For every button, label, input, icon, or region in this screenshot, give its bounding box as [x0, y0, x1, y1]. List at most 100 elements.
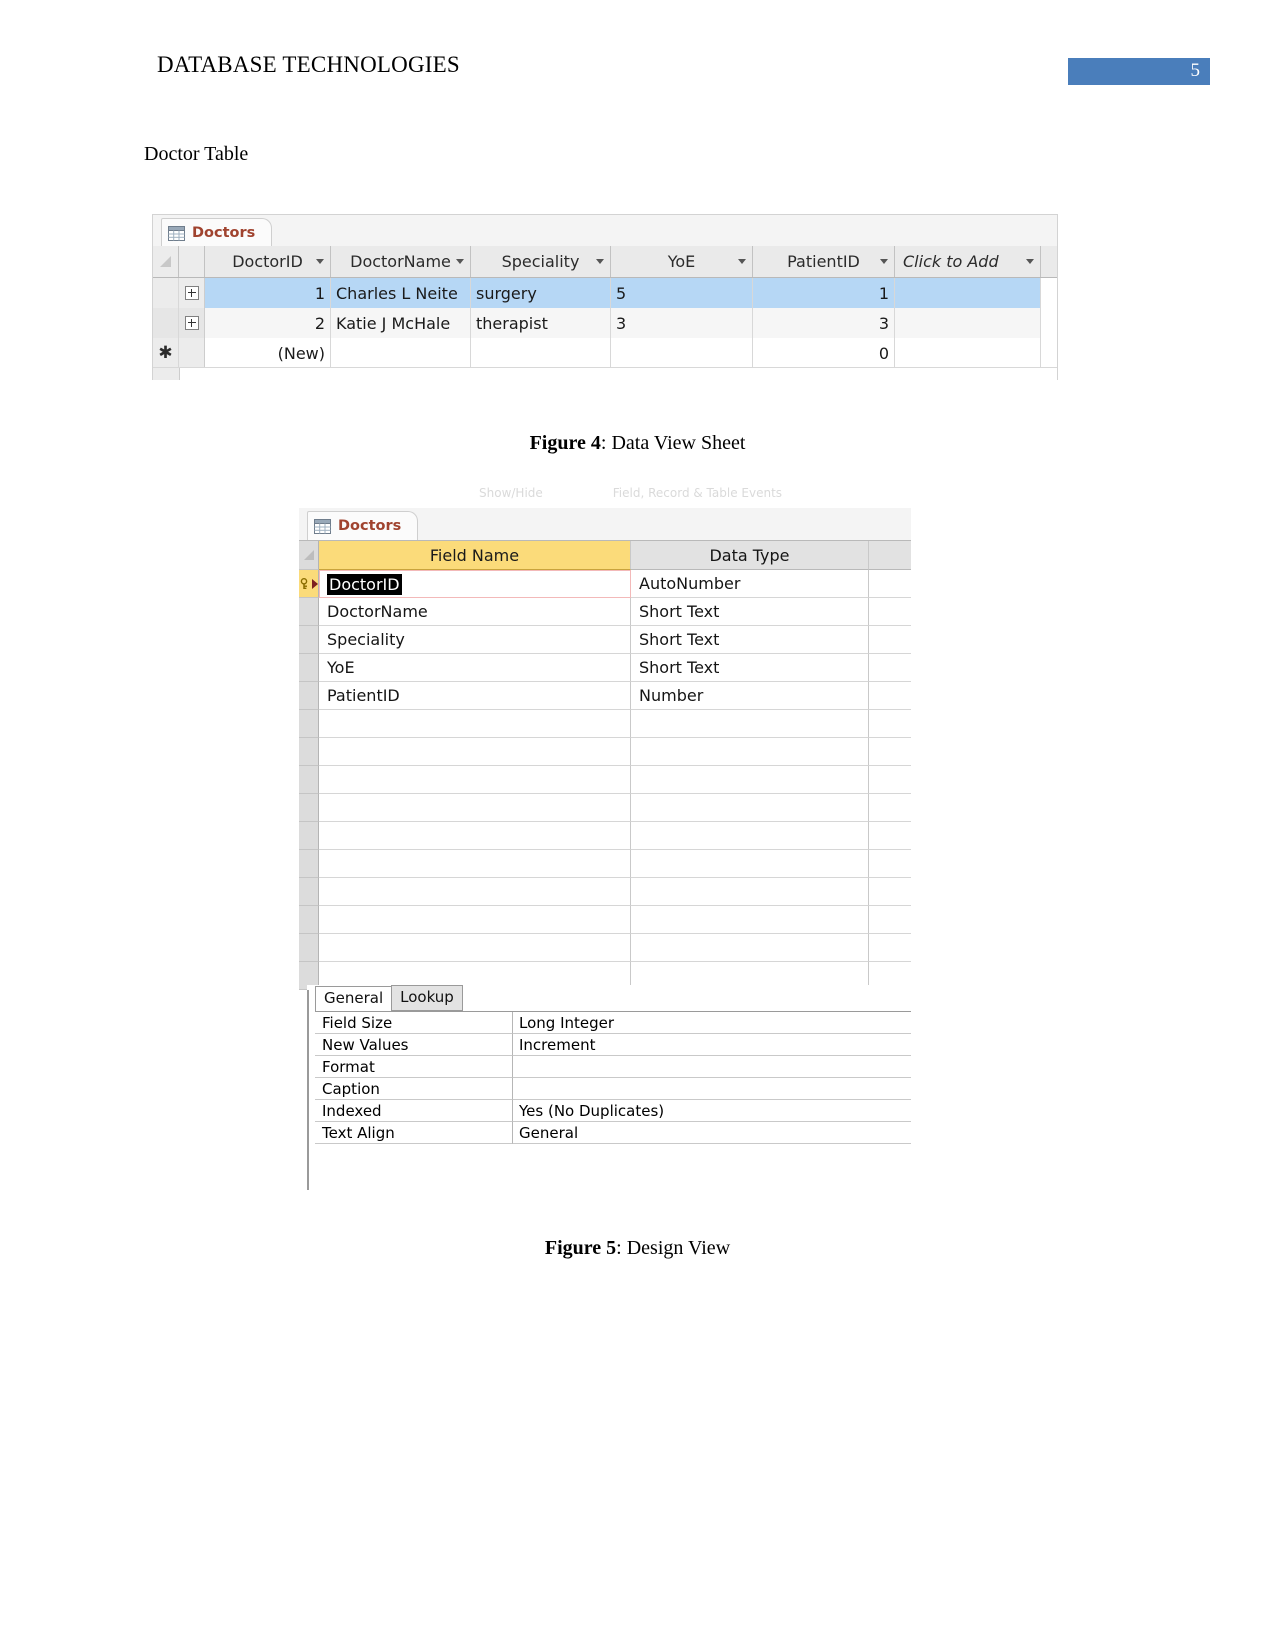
- cell-doctorname[interactable]: Charles L Neite: [331, 278, 471, 308]
- property-row-new-values[interactable]: New Values Increment: [315, 1034, 911, 1056]
- cell-speciality[interactable]: surgery: [471, 278, 611, 308]
- data-type-cell[interactable]: [631, 878, 869, 906]
- plus-icon[interactable]: [184, 316, 199, 330]
- design-empty-row[interactable]: [299, 850, 911, 878]
- row-selector[interactable]: [299, 822, 319, 850]
- row-selector[interactable]: [299, 654, 319, 682]
- design-field-row-speciality[interactable]: Speciality Short Text: [299, 626, 911, 654]
- design-field-row-patientid[interactable]: PatientID Number: [299, 682, 911, 710]
- row-selector[interactable]: [299, 794, 319, 822]
- description-cell[interactable]: [869, 626, 911, 654]
- field-name-cell[interactable]: DoctorID: [319, 570, 631, 598]
- description-cell[interactable]: [869, 878, 911, 906]
- design-field-row-doctorid[interactable]: DoctorID AutoNumber: [299, 570, 911, 598]
- property-row-caption[interactable]: Caption: [315, 1078, 911, 1100]
- design-empty-row[interactable]: [299, 906, 911, 934]
- design-empty-row[interactable]: [299, 934, 911, 962]
- data-type-cell[interactable]: [631, 850, 869, 878]
- new-record-row[interactable]: ✱ (New) 0: [153, 338, 1057, 368]
- property-row-indexed[interactable]: Indexed Yes (No Duplicates): [315, 1100, 911, 1122]
- description-cell[interactable]: [869, 710, 911, 738]
- data-type-cell[interactable]: AutoNumber: [631, 570, 869, 598]
- field-name-cell[interactable]: Speciality: [319, 626, 631, 654]
- data-type-cell[interactable]: [631, 906, 869, 934]
- design-field-row-doctorname[interactable]: DoctorName Short Text: [299, 598, 911, 626]
- chevron-down-icon[interactable]: [1026, 259, 1034, 264]
- field-name-cell[interactable]: [319, 794, 631, 822]
- column-header-field-name[interactable]: Field Name: [319, 541, 631, 570]
- column-header-doctorid[interactable]: DoctorID: [205, 246, 331, 277]
- field-name-cell[interactable]: [319, 710, 631, 738]
- column-header-doctorname[interactable]: DoctorName: [331, 246, 471, 277]
- cell-patientid-new[interactable]: 0: [753, 338, 895, 368]
- cell-speciality[interactable]: therapist: [471, 308, 611, 338]
- data-type-cell[interactable]: [631, 738, 869, 766]
- plus-icon[interactable]: [184, 286, 199, 300]
- field-name-cell[interactable]: [319, 906, 631, 934]
- new-record-selector[interactable]: ✱: [153, 338, 179, 368]
- description-cell[interactable]: [869, 654, 911, 682]
- row-selector[interactable]: [299, 598, 319, 626]
- column-header-data-type[interactable]: Data Type: [631, 541, 869, 570]
- description-cell[interactable]: [869, 850, 911, 878]
- field-name-cell[interactable]: [319, 934, 631, 962]
- property-value[interactable]: Increment: [513, 1034, 911, 1056]
- chevron-down-icon[interactable]: [456, 259, 464, 264]
- row-selector[interactable]: [299, 682, 319, 710]
- description-cell[interactable]: [869, 598, 911, 626]
- cell-yoe-new[interactable]: [611, 338, 753, 368]
- column-header-patientid[interactable]: PatientID: [753, 246, 895, 277]
- property-value[interactable]: General: [513, 1122, 911, 1144]
- description-cell[interactable]: [869, 822, 911, 850]
- property-row-text-align[interactable]: Text Align General: [315, 1122, 911, 1144]
- row-selector[interactable]: [299, 878, 319, 906]
- cell-doctorname[interactable]: Katie J McHale: [331, 308, 471, 338]
- field-name-cell[interactable]: [319, 738, 631, 766]
- data-type-cell[interactable]: Number: [631, 682, 869, 710]
- row-selector[interactable]: [153, 278, 179, 308]
- description-cell[interactable]: [869, 738, 911, 766]
- field-name-cell[interactable]: YoE: [319, 654, 631, 682]
- cell-click-to-add[interactable]: [895, 308, 1041, 338]
- design-select-all-corner[interactable]: [299, 541, 319, 570]
- row-selector[interactable]: [299, 906, 319, 934]
- design-empty-row[interactable]: [299, 822, 911, 850]
- data-type-cell[interactable]: Short Text: [631, 654, 869, 682]
- column-header-yoe[interactable]: YoE: [611, 246, 753, 277]
- description-cell[interactable]: [869, 766, 911, 794]
- property-value[interactable]: [513, 1078, 911, 1100]
- field-name-cell[interactable]: DoctorName: [319, 598, 631, 626]
- document-tab-doctors[interactable]: Doctors: [161, 218, 273, 247]
- description-cell[interactable]: [869, 570, 911, 598]
- cell-doctorid[interactable]: 1: [205, 278, 331, 308]
- design-empty-row[interactable]: [299, 878, 911, 906]
- select-all-corner[interactable]: [153, 246, 179, 277]
- chevron-down-icon[interactable]: [596, 259, 604, 264]
- document-tab-doctors-design[interactable]: Doctors: [307, 511, 419, 540]
- tab-general[interactable]: General: [315, 986, 393, 1011]
- field-name-cell[interactable]: [319, 878, 631, 906]
- design-empty-row[interactable]: [299, 794, 911, 822]
- property-row-format[interactable]: Format: [315, 1056, 911, 1078]
- description-cell[interactable]: [869, 682, 911, 710]
- cell-doctorid-new[interactable]: (New): [205, 338, 331, 368]
- property-value[interactable]: Long Integer: [513, 1012, 911, 1034]
- row-selector[interactable]: [299, 934, 319, 962]
- row-selector[interactable]: [299, 766, 319, 794]
- cell-speciality-new[interactable]: [471, 338, 611, 368]
- cell-click-to-add-new[interactable]: [895, 338, 1041, 368]
- row-selector[interactable]: [299, 710, 319, 738]
- data-type-cell[interactable]: [631, 794, 869, 822]
- cell-click-to-add[interactable]: [895, 278, 1041, 308]
- column-header-description[interactable]: [869, 541, 911, 570]
- chevron-down-icon[interactable]: [316, 259, 324, 264]
- property-row-field-size[interactable]: Field Size Long Integer: [315, 1012, 911, 1034]
- description-cell[interactable]: [869, 794, 911, 822]
- design-empty-row[interactable]: [299, 766, 911, 794]
- data-type-cell[interactable]: [631, 934, 869, 962]
- cell-doctorid[interactable]: 2: [205, 308, 331, 338]
- cell-yoe[interactable]: 5: [611, 278, 753, 308]
- cell-yoe[interactable]: 3: [611, 308, 753, 338]
- field-name-cell[interactable]: [319, 822, 631, 850]
- description-cell[interactable]: [869, 934, 911, 962]
